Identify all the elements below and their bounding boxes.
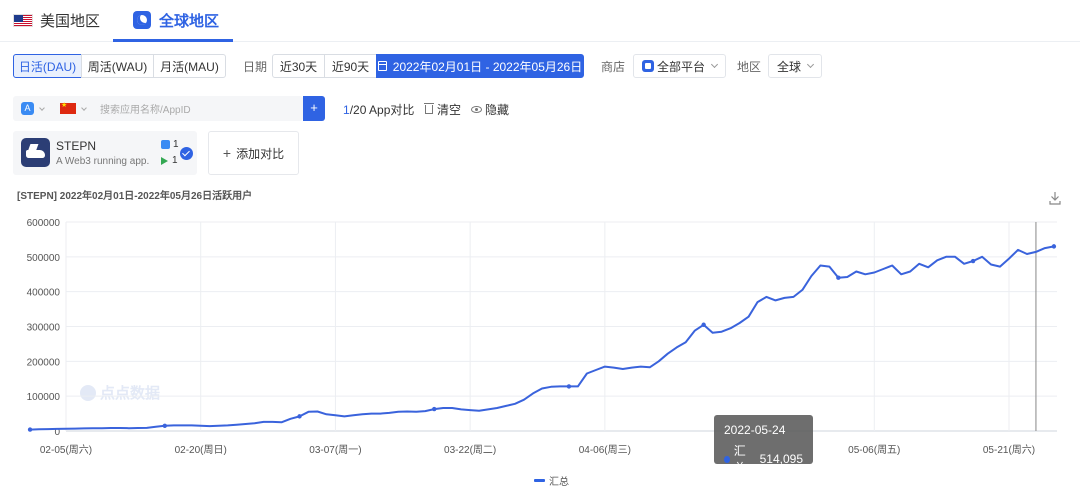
data-point bbox=[162, 423, 167, 428]
chevron-down-icon bbox=[806, 60, 815, 69]
chart-legend[interactable]: 汇总 bbox=[534, 473, 569, 488]
ios-rank-value: 1 bbox=[173, 139, 179, 150]
last-90-days-button[interactable]: 近90天 bbox=[324, 54, 377, 78]
y-tick-label: 400000 bbox=[27, 288, 61, 299]
tab-global-region[interactable]: 全球地区 bbox=[133, 8, 219, 32]
tooltip-date: 2022-05-24 bbox=[724, 423, 786, 437]
tab-us-region[interactable]: 美国地区 bbox=[13, 8, 100, 32]
y-tick-label: 200000 bbox=[27, 357, 61, 368]
region-tabs: 美国地区 全球地区 bbox=[0, 0, 1080, 42]
chevron-down-icon bbox=[710, 60, 719, 69]
chart-tooltip: 2022-05-24 汇总 514,095 bbox=[714, 415, 813, 475]
x-tick-label: 03-07(周一) bbox=[309, 444, 361, 456]
chevron-down-icon bbox=[81, 104, 87, 111]
clear-button[interactable]: 清空 bbox=[424, 101, 462, 118]
data-point bbox=[836, 275, 841, 280]
date-label: 日期 bbox=[243, 60, 268, 74]
download-icon[interactable] bbox=[1049, 191, 1061, 205]
dau-button[interactable]: 日活(DAU) bbox=[13, 54, 82, 78]
compare-count-suffix: /20 App对比 bbox=[349, 103, 415, 117]
trash-icon bbox=[424, 103, 434, 114]
eye-icon bbox=[471, 106, 482, 113]
data-point bbox=[701, 322, 706, 327]
add-compare-button[interactable]: + 添加对比 bbox=[208, 131, 299, 175]
hide-button[interactable]: 隐藏 bbox=[471, 101, 509, 118]
globe-icon bbox=[133, 11, 151, 29]
app-selected-checkbox[interactable] bbox=[180, 147, 193, 160]
gp-rank-value: 1 bbox=[172, 155, 178, 166]
chart-title: [STEPN] 2022年02月01日-2022年05月26日活跃用户 bbox=[17, 191, 253, 202]
x-tick-label: 02-05(周六) bbox=[40, 444, 92, 456]
tab-us-label: 美国地区 bbox=[40, 12, 101, 30]
x-tick-label: 05-06(周五) bbox=[848, 444, 900, 456]
hide-label: 隐藏 bbox=[485, 103, 510, 117]
tooltip-series-dot bbox=[724, 455, 730, 463]
app-description: A Web3 running app. bbox=[56, 156, 150, 167]
tab-global-label: 全球地区 bbox=[159, 12, 220, 30]
y-tick-label: 600000 bbox=[27, 218, 61, 229]
legend-swatch bbox=[534, 479, 545, 482]
mau-button[interactable]: 月活(MAU) bbox=[153, 54, 226, 78]
platform-icon bbox=[642, 60, 654, 72]
dau-line-chart: 010000020000030000040000050000060000002-… bbox=[27, 218, 1057, 456]
search-input[interactable]: 搜索应用名称/AppID bbox=[100, 101, 191, 116]
date-range-picker[interactable]: 2022年02月01日 - 2022年05月26日 bbox=[376, 54, 584, 78]
x-tick-label: 04-06(周三) bbox=[579, 444, 631, 456]
store-value: 全部平台 bbox=[657, 59, 706, 74]
app-card[interactable]: STEPN A Web3 running app. 1 1 bbox=[13, 131, 197, 175]
data-point bbox=[297, 414, 302, 419]
date-range-text: 2022年02月01日 - 2022年05月26日 bbox=[392, 59, 583, 74]
legend-label: 汇总 bbox=[549, 477, 569, 488]
compare-count-number: 1 bbox=[343, 103, 350, 117]
active-tab-underline bbox=[113, 39, 233, 42]
data-point bbox=[432, 406, 437, 412]
store-label: 商店 bbox=[601, 60, 626, 74]
last-30-days-button[interactable]: 近30天 bbox=[272, 54, 325, 78]
tooltip-series-name: 汇总 bbox=[733, 444, 746, 475]
ios-rank: 1 bbox=[161, 139, 179, 150]
app-name: STEPN bbox=[56, 139, 97, 153]
chevron-down-icon bbox=[39, 104, 45, 111]
tooltip-value: 514,095 bbox=[759, 452, 803, 466]
google-play-rank: 1 bbox=[161, 155, 178, 166]
y-tick-label: 500000 bbox=[27, 253, 61, 264]
app-search-box[interactable]: A 搜索应用名称/AppID bbox=[13, 96, 303, 121]
us-flag-icon bbox=[13, 13, 33, 27]
series-line-total bbox=[30, 245, 1055, 431]
google-play-icon bbox=[161, 156, 168, 165]
store-dropdown[interactable]: 全部平台 bbox=[633, 54, 727, 78]
x-tick-label: 05-21(周六) bbox=[983, 444, 1035, 456]
y-tick-label: 300000 bbox=[27, 323, 61, 334]
stepn-app-icon bbox=[21, 138, 50, 167]
app-store-icon bbox=[161, 140, 170, 149]
data-point bbox=[566, 384, 572, 389]
data-point bbox=[27, 427, 33, 432]
add-compare-label: 添加对比 bbox=[236, 146, 285, 161]
app-store-icon[interactable]: A bbox=[21, 102, 34, 115]
x-tick-label: 02-20(周日) bbox=[175, 444, 227, 456]
region-value: 全球 bbox=[777, 59, 802, 74]
search-add-button[interactable]: + bbox=[303, 96, 325, 121]
y-tick-label: 100000 bbox=[27, 392, 61, 403]
data-point bbox=[970, 258, 976, 264]
plus-icon: + bbox=[222, 145, 232, 161]
region-dropdown[interactable]: 全球 bbox=[768, 54, 823, 78]
calendar-icon bbox=[377, 61, 387, 71]
region-label: 地区 bbox=[737, 60, 762, 74]
compare-count: 1/20 App对比 bbox=[343, 101, 414, 118]
data-point bbox=[1051, 244, 1057, 249]
clear-label: 清空 bbox=[437, 103, 462, 117]
wau-button[interactable]: 周活(WAU) bbox=[81, 54, 154, 78]
china-flag-icon[interactable] bbox=[60, 101, 76, 114]
x-tick-label: 03-22(周二) bbox=[444, 444, 496, 456]
